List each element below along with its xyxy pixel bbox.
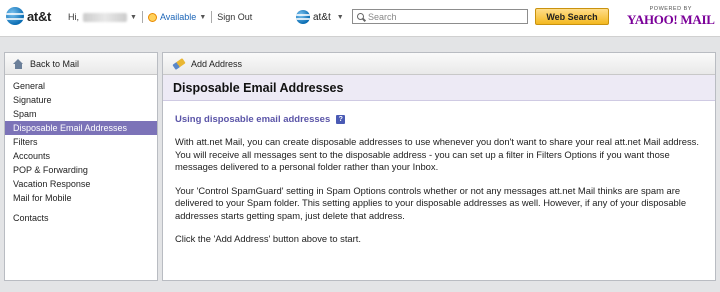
chevron-down-icon[interactable]: ▼ [130, 14, 137, 21]
top-bar: at&t Hi, ▼ Available ▼ Sign Out at&t ▼ W… [0, 0, 720, 37]
sidebar-item-spam[interactable]: Spam [5, 107, 157, 121]
instruction-paragraph: Click the 'Add Address' button above to … [175, 233, 361, 244]
logo-text: at&t [27, 8, 52, 24]
sidebar-item-accounts[interactable]: Accounts [5, 149, 157, 163]
sidebar-item-mail-for-mobile[interactable]: Mail for Mobile [5, 191, 157, 205]
main-panel: Add Address Disposable Email Addresses U… [162, 52, 716, 281]
add-address-icon [173, 58, 185, 70]
att-logo[interactable]: at&t [6, 7, 51, 25]
brand-menu-label: at&t [313, 11, 331, 23]
sidebar-item-filters[interactable]: Filters [5, 135, 157, 149]
sidebar-item-pop-forwarding[interactable]: POP & Forwarding [5, 163, 157, 177]
intro-paragraph: With att.net Mail, you can create dispos… [175, 136, 699, 172]
user-name-redacted[interactable] [83, 12, 127, 22]
sidebar-item-contacts[interactable]: Contacts [5, 211, 157, 225]
yahoo-mail-logo: POWERED BY YAHOO! MAIL [627, 6, 715, 28]
spamguard-paragraph: Your 'Control SpamGuard' setting in Spam… [175, 184, 687, 221]
chevron-down-icon[interactable]: ▼ [199, 14, 206, 21]
options-nav: General Signature Spam Disposable Email … [5, 79, 157, 225]
user-area: Hi, ▼ Available ▼ Sign Out [68, 11, 252, 23]
greeting: Hi, [68, 12, 79, 22]
sidebar-item-vacation-response[interactable]: Vacation Response [5, 177, 157, 191]
web-search-button[interactable]: Web Search [535, 8, 609, 25]
search-box [352, 9, 528, 24]
back-to-mail-label: Back to Mail [30, 58, 80, 69]
content: Using disposable email addresses ? With … [163, 114, 715, 246]
search-input[interactable] [368, 11, 518, 22]
sidebar-item-general[interactable]: General [5, 79, 157, 93]
status-smiley-icon [147, 12, 157, 22]
divider [141, 11, 143, 23]
yahoo-mail-text: YAHOO! MAIL [627, 12, 715, 27]
home-icon [13, 58, 24, 69]
page-title: Disposable Email Addresses [173, 80, 344, 95]
att-globe-icon [296, 10, 310, 24]
toolbar: Add Address [163, 53, 715, 75]
section-heading-text: Using disposable email addresses [175, 114, 331, 125]
title-bar: Disposable Email Addresses [163, 75, 715, 101]
status-menu[interactable]: Available [160, 12, 196, 22]
chevron-down-icon: ▼ [336, 13, 344, 21]
brand-menu[interactable]: at&t ▼ [296, 10, 344, 24]
add-address-label: Add Address [191, 58, 243, 69]
options-sidebar: Back to Mail General Signature Spam Disp… [4, 52, 158, 281]
search-icon [357, 13, 364, 20]
add-address-button[interactable]: Add Address [173, 58, 242, 70]
back-to-mail-button[interactable]: Back to Mail [5, 53, 157, 75]
sign-out-link[interactable]: Sign Out [217, 12, 252, 22]
sidebar-item-signature[interactable]: Signature [5, 93, 157, 107]
section-heading: Using disposable email addresses ? [175, 114, 703, 125]
sidebar-item-disposable-email-addresses[interactable]: Disposable Email Addresses [5, 121, 157, 135]
att-globe-icon [6, 7, 24, 25]
divider [211, 11, 213, 23]
help-icon[interactable]: ? [336, 115, 346, 124]
